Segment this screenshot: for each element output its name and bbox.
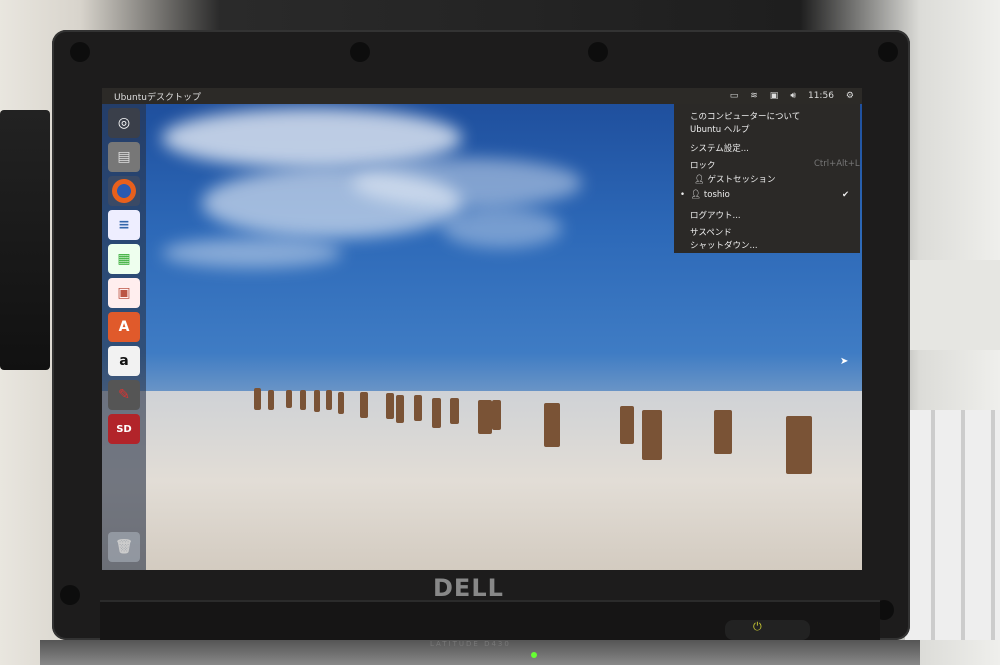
settings-icon[interactable]: ✎	[108, 380, 140, 410]
keyboard-icon[interactable]: ▭	[730, 91, 739, 101]
menu-item-shutdown[interactable]: シャットダウン...	[690, 239, 758, 251]
amazon-icon[interactable]: a	[108, 346, 140, 376]
menu-item-help[interactable]: Ubuntu ヘルプ	[690, 123, 749, 135]
power-button[interactable]: ⏻	[725, 620, 810, 640]
sd-card-icon[interactable]: SD	[108, 414, 140, 444]
menu-item-about[interactable]: このコンピューターについて	[690, 110, 800, 122]
window-title: Ubuntuデスクトップ	[114, 92, 201, 103]
launcher: ◎ ▤ ≡ ▦ ▣ A a ✎ SD 🗑︎	[102, 104, 146, 570]
libreoffice-writer-icon[interactable]: ≡	[108, 210, 140, 240]
speaker	[0, 110, 50, 370]
menu-item-logout[interactable]: ログアウト...	[690, 209, 741, 221]
keyboard	[905, 410, 1000, 640]
ubuntu-logo-icon[interactable]: ◎	[108, 108, 140, 138]
monitor	[908, 260, 1000, 350]
menu-item-lock[interactable]: ロック	[690, 159, 716, 171]
desktop: Ubuntuデスクトップ ▭ ≋ ▣ 🔊︎ 11:56 ⚙ ◎ ▤ ≡ ▦ ▣ …	[102, 88, 862, 570]
top-panel: Ubuntuデスクトップ ▭ ≋ ▣ 🔊︎ 11:56 ⚙	[102, 88, 862, 104]
software-center-icon[interactable]: A	[108, 312, 140, 342]
mouse-cursor: ➤	[840, 356, 849, 367]
trash-icon[interactable]: 🗑︎	[108, 532, 140, 562]
files-icon[interactable]: ▤	[108, 142, 140, 172]
clock[interactable]: 11:56	[808, 91, 834, 101]
libreoffice-calc-icon[interactable]: ▦	[108, 244, 140, 274]
firefox-icon[interactable]	[108, 176, 140, 206]
battery-icon[interactable]: ▣	[770, 91, 779, 101]
menu-item-user[interactable]: • 👤︎ toshio	[680, 190, 730, 200]
volume-icon[interactable]: 🔊︎	[790, 91, 796, 101]
wifi-icon[interactable]: ≋	[750, 91, 758, 101]
user-icon: 👤︎	[694, 175, 705, 185]
dell-logo: DELL	[433, 574, 504, 602]
menu-item-suspend[interactable]: サスペンド	[690, 226, 732, 238]
libreoffice-impress-icon[interactable]: ▣	[108, 278, 140, 308]
user-icon: 👤︎	[690, 190, 702, 200]
gear-icon[interactable]: ⚙	[846, 91, 854, 101]
power-icon: ⏻	[753, 620, 762, 633]
model-label: LATITUDE D430	[430, 640, 511, 648]
lock-shortcut: Ctrl+Alt+L	[814, 159, 860, 169]
session-menu: このコンピューターについて Ubuntu ヘルプ システム設定... ロック C…	[674, 104, 860, 253]
power-led	[531, 652, 537, 658]
menu-item-guest[interactable]: 👤︎ ゲストセッション	[694, 173, 776, 185]
check-icon: ✔	[842, 190, 850, 200]
menu-item-settings[interactable]: システム設定...	[690, 142, 749, 154]
